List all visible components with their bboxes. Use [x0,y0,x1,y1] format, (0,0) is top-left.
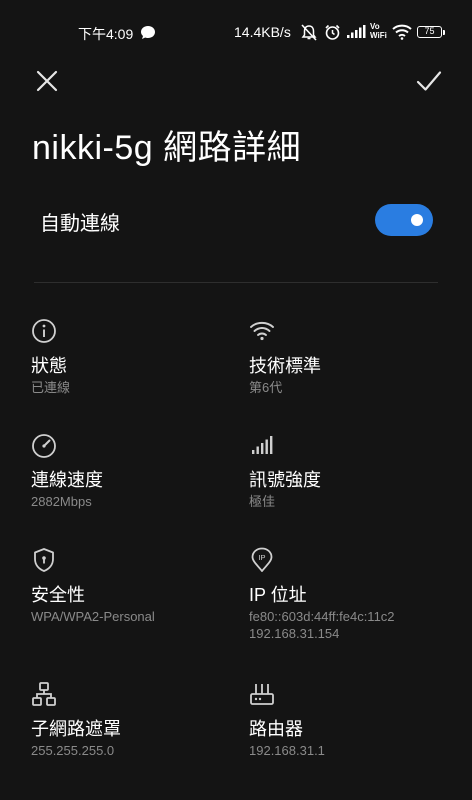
divider [34,282,438,283]
confirm-button[interactable] [412,64,446,98]
chat-bubble-icon [141,26,155,39]
detail-label: 狀態 [31,356,67,376]
cell-signal-icon [347,25,366,38]
wifi-icon [250,321,274,341]
detail-value: 2882Mbps [31,494,92,509]
vowifi-top-text: Vo [370,22,380,31]
auto-connect-label: 自動連線 [40,213,120,235]
wifi-status-icon [392,24,412,40]
close-icon [36,70,58,92]
battery-tip [443,30,445,35]
ip-pin-icon: IP [251,547,273,572]
checkmark-icon [416,71,442,91]
detail-label: 訊號強度 [249,470,321,490]
info-icon [32,319,56,343]
detail-label: 安全性 [31,585,85,605]
detail-label: 技術標準 [249,356,321,376]
network-speed: 14.4KB/s [234,24,291,40]
battery-indicator: 75 [417,26,442,38]
close-button[interactable] [30,64,64,98]
detail-value-ipv6: fe80::603d:44ff:fe4c:11c2 [249,609,395,624]
svg-text:IP: IP [258,553,265,562]
status-bar: 下午4:09 14.4KB/s Vo WiFi 75 [0,20,472,46]
detail-label: 子網路遮罩 [31,719,121,739]
page-title: nikki-5g 網路詳細 [32,129,302,167]
shield-icon [34,548,54,572]
vowifi-bottom-text: WiFi [370,31,387,40]
router-icon [250,684,274,705]
mute-bell-icon [301,24,317,41]
auto-connect-row[interactable]: 自動連線 [0,190,472,250]
detail-value: 第6代 [249,380,283,395]
auto-connect-toggle[interactable] [375,204,433,236]
detail-value: 極佳 [249,494,276,509]
detail-value: WPA/WPA2-Personal [31,609,155,624]
detail-value: 255.255.255.0 [31,743,115,758]
detail-label: IP 位址 [249,585,307,605]
status-time: 下午4:09 [78,26,134,42]
vowifi-indicator: Vo WiFi [370,22,387,40]
detail-value: 192.168.31.1 [249,743,325,758]
detail-value: 已連線 [31,380,71,395]
detail-label: 路由器 [249,719,303,739]
signal-strength-icon [252,436,273,454]
detail-value-ipv4: 192.168.31.154 [249,626,340,641]
detail-label: 連線速度 [31,470,103,490]
alarm-clock-icon [325,24,340,40]
speedometer-icon [32,434,56,458]
toggle-knob [411,214,423,226]
subnet-icon [32,682,56,706]
